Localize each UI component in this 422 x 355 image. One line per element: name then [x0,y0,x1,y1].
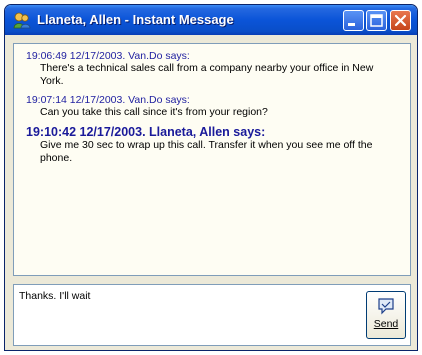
send-button[interactable]: Send [366,291,406,339]
message-header: 19:07:14 12/17/2003. Van.Do says: [26,94,190,106]
close-icon [394,14,407,27]
message: 19:10:42 12/17/2003. Llaneta, Allen says… [26,125,402,165]
compose-area: Thanks. I'll wait Send [13,284,411,346]
maximize-icon [370,14,383,27]
message-body: Can you take this call since it's from y… [40,106,268,118]
speech-bubble-icon [378,298,394,315]
send-button-label: Send [373,318,399,330]
im-window: Llaneta, Allen - Instant Message 19:06:4… [4,4,418,351]
title-bar[interactable]: Llaneta, Allen - Instant Message [5,5,417,35]
message-header: 19:06:49 12/17/2003. Van.Do says: [26,50,190,62]
message-input[interactable]: Thanks. I'll wait [17,288,365,344]
message-header: 19:10:42 12/17/2003. Llaneta, Allen says… [26,125,266,139]
message-body: Give me 30 sec to wrap up this call. Tra… [40,139,373,164]
message-body: There's a technical sales call from a co… [40,62,374,87]
maximize-button[interactable] [366,10,387,31]
close-button[interactable] [390,10,411,31]
conversation-history[interactable]: 19:06:49 12/17/2003. Van.Do says: There'… [13,43,411,276]
minimize-icon [348,23,355,26]
window-title: Llaneta, Allen - Instant Message [37,12,234,27]
message: 19:07:14 12/17/2003. Van.Do says: Can yo… [26,94,402,119]
minimize-button[interactable] [343,10,364,31]
messenger-icon [13,12,31,29]
message: 19:06:49 12/17/2003. Van.Do says: There'… [26,50,402,88]
